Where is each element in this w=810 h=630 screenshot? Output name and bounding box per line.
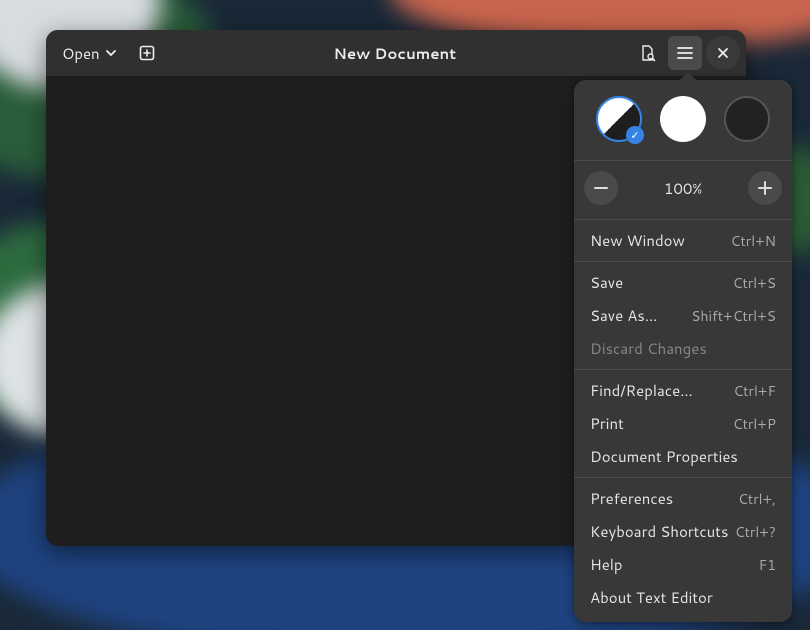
menu-shortcut: Ctrl+S [733, 273, 776, 293]
open-button[interactable]: Open [52, 37, 126, 70]
menu-help[interactable]: Help F1 [574, 548, 792, 581]
menu-discard-changes: Discard Changes [574, 332, 792, 365]
menu-shortcut: Ctrl+, [738, 489, 776, 509]
theme-follow-system[interactable]: ✓ [596, 96, 642, 142]
menu-shortcut: Ctrl+F [733, 381, 776, 401]
zoom-in-button[interactable] [748, 171, 782, 205]
chevron-down-icon [106, 50, 116, 56]
separator [574, 261, 792, 262]
open-label: Open [62, 43, 100, 64]
new-tab-icon [138, 44, 156, 62]
menu-shortcut: Ctrl+? [735, 522, 776, 542]
menu-label: Preferences [590, 488, 673, 509]
separator [574, 160, 792, 161]
menu-shortcut: Ctrl+N [731, 231, 776, 251]
minus-icon [594, 187, 608, 189]
check-icon: ✓ [626, 126, 644, 144]
hamburger-menu-button[interactable] [668, 36, 702, 70]
hamburger-icon [677, 46, 693, 60]
headerbar: Open New Document [46, 30, 746, 76]
menu-label: Print [590, 413, 624, 434]
menu-save-as[interactable]: Save As… Shift+Ctrl+S [574, 299, 792, 332]
plus-icon [758, 181, 772, 195]
menu-label: Find/Replace… [590, 380, 693, 401]
close-window-button[interactable] [706, 36, 740, 70]
menu-label: Keyboard Shortcuts [590, 521, 728, 542]
theme-dark[interactable] [724, 96, 770, 142]
menu-save[interactable]: Save Ctrl+S [574, 266, 792, 299]
zoom-value: 100% [664, 178, 702, 199]
new-tab-button[interactable] [130, 36, 164, 70]
document-title: New Document [164, 43, 626, 64]
theme-switcher-row: ✓ [574, 86, 792, 156]
theme-light[interactable] [660, 96, 706, 142]
document-search-icon [638, 44, 656, 62]
menu-new-window[interactable]: New Window Ctrl+N [574, 224, 792, 257]
menu-keyboard-shortcuts[interactable]: Keyboard Shortcuts Ctrl+? [574, 515, 792, 548]
menu-shortcut: Shift+Ctrl+S [691, 306, 776, 326]
separator [574, 369, 792, 370]
menu-shortcut: Ctrl+P [733, 414, 776, 434]
zoom-out-button[interactable] [584, 171, 618, 205]
menu-label: Document Properties [590, 446, 738, 467]
menu-document-properties[interactable]: Document Properties [574, 440, 792, 473]
menu-label: Save As… [590, 305, 657, 326]
menu-find-replace[interactable]: Find/Replace… Ctrl+F [574, 374, 792, 407]
find-button[interactable] [630, 36, 664, 70]
menu-label: About Text Editor [590, 587, 713, 608]
menu-shortcut: F1 [759, 555, 776, 575]
menu-label: Save [590, 272, 623, 293]
separator [574, 219, 792, 220]
menu-label: Help [590, 554, 623, 575]
zoom-row: 100% [574, 165, 792, 215]
menu-preferences[interactable]: Preferences Ctrl+, [574, 482, 792, 515]
popover-tail [680, 72, 696, 80]
menu-label: New Window [590, 230, 685, 251]
main-menu-popover: ✓ 100% New Window Ctrl+N Save Ctrl+S Sav… [574, 80, 792, 622]
menu-print[interactable]: Print Ctrl+P [574, 407, 792, 440]
menu-label: Discard Changes [590, 338, 707, 359]
separator [574, 477, 792, 478]
menu-about[interactable]: About Text Editor [574, 581, 792, 614]
close-icon [717, 47, 729, 59]
